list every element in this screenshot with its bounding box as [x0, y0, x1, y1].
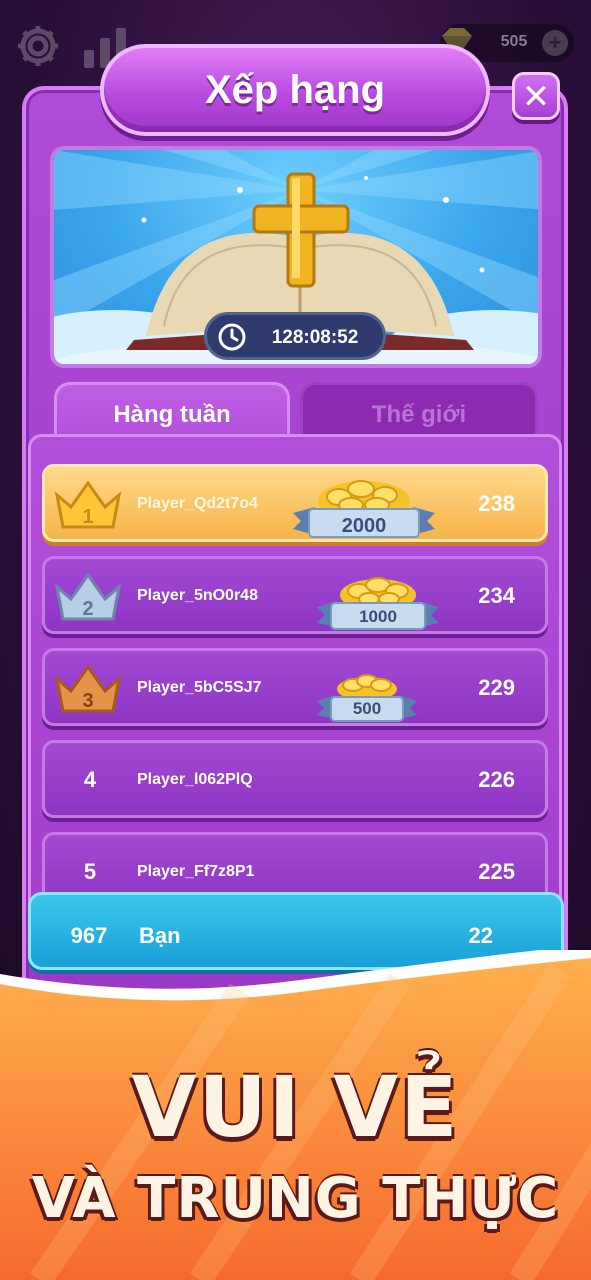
player-name: Player_5bC5SJ7 — [137, 679, 262, 696]
player-name: Player_l062PlQ — [137, 771, 253, 788]
reward-badge: 500 — [315, 655, 419, 725]
gold-crown-icon: 1 — [54, 480, 122, 529]
tab-weekly-label: Hàng tuần — [113, 401, 231, 428]
rank-number: 3 — [82, 690, 93, 712]
player-score: 234 — [478, 583, 515, 608]
player-score: 226 — [478, 767, 515, 792]
timer-value: 128:08:52 — [271, 327, 359, 348]
tab-world[interactable]: Thế giới — [300, 382, 538, 438]
player-score: 238 — [478, 491, 515, 516]
player-name: Player_Ff7z8P1 — [137, 863, 255, 880]
promo-headline: VUI VẺ — [131, 1058, 460, 1156]
rank-number: 5 — [83, 859, 97, 884]
page-title: Xếp hạng — [204, 68, 386, 112]
leaderboard-row[interactable]: 2 Player_5nO0r48 1000 234 — [42, 556, 548, 634]
player-name: Player_5nO0r48 — [137, 587, 258, 604]
reward-amount: 1000 — [359, 607, 397, 626]
title-banner: Xếp hạng — [100, 44, 490, 136]
close-icon: ✕ — [521, 78, 551, 116]
tab-weekly[interactable]: Hàng tuần — [54, 382, 290, 438]
leaderboard-row[interactable]: 4 Player_l062PlQ 226 — [42, 740, 548, 818]
countdown-timer: 128:08:52 — [204, 312, 386, 360]
my-name: Bạn — [139, 923, 181, 948]
promo-subline: VÀ TRUNG THỰC — [31, 1166, 560, 1231]
my-score: 22 — [468, 923, 493, 948]
rank-number: 1 — [82, 506, 93, 528]
add-gems-button[interactable]: + — [542, 30, 568, 56]
rank-number: 4 — [83, 767, 97, 792]
tab-world-label: Thế giới — [371, 401, 467, 428]
leaderboard-row[interactable]: 3 Player_5bC5SJ7 500 229 — [42, 648, 548, 726]
leaderboard-row[interactable]: 1 Player_Qd2t7o4 2000 238 — [42, 464, 548, 542]
player-name: Player_Qd2t7o4 — [137, 495, 258, 512]
gear-icon[interactable] — [14, 22, 62, 70]
bronze-crown-icon: 3 — [54, 664, 122, 713]
reward-badge: 2000 — [289, 471, 439, 541]
reward-amount: 2000 — [341, 515, 387, 537]
silver-crown-icon: 2 — [54, 572, 122, 621]
clock-icon — [218, 323, 246, 351]
my-rank: 967 — [70, 923, 108, 948]
close-button[interactable]: ✕ — [512, 72, 560, 120]
reward-amount: 500 — [352, 699, 382, 718]
player-score: 225 — [478, 859, 515, 884]
player-score: 229 — [478, 675, 515, 700]
gem-count: 505 — [500, 33, 528, 50]
reward-badge: 1000 — [313, 563, 443, 633]
rank-number: 2 — [82, 598, 93, 620]
